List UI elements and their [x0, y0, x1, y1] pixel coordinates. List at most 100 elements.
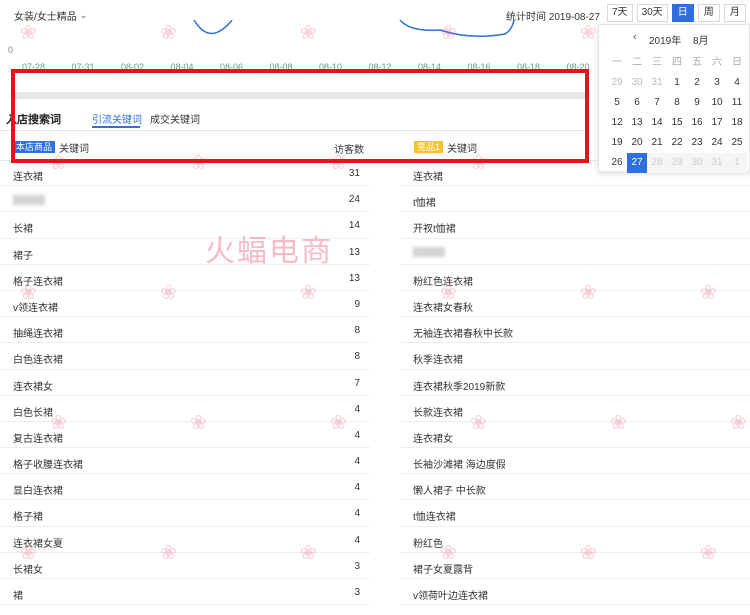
calendar-day[interactable]: 8 [667, 93, 687, 113]
calendar-day[interactable]: 13 [627, 113, 647, 133]
table-row[interactable]: 格子裙 4 [0, 500, 370, 527]
period-button[interactable]: 月 [723, 4, 746, 22]
keyword-cell: 裙子 [13, 250, 33, 262]
weekday-label: 五 [692, 57, 702, 68]
calendar-day[interactable]: 24 [707, 133, 727, 153]
table-row[interactable]: 显白连衣裙 4 [0, 474, 370, 501]
calendar-day[interactable]: 17 [707, 113, 727, 133]
calendar-day[interactable]: 30 [627, 73, 647, 93]
calendar-day[interactable]: 15 [667, 113, 687, 133]
table-row[interactable]: 开衩t恤裙 [400, 212, 750, 239]
period-button[interactable]: 30天 [636, 4, 668, 22]
calendar-day[interactable]: 16 [687, 113, 707, 133]
calendar-day[interactable]: 18 [727, 113, 747, 133]
table-row[interactable]: 连衣裙秋季2019新款 [400, 370, 750, 396]
calendar-day[interactable]: 31 [707, 153, 727, 173]
calendar-day[interactable]: 7 [647, 93, 667, 113]
weekday-label: 六 [712, 57, 722, 68]
table-row[interactable]: 连衣裙 31 [0, 160, 370, 187]
table-row[interactable]: t恤连衣裙 [400, 500, 750, 527]
table-row[interactable]: 裙3 [0, 579, 370, 606]
period-button[interactable]: 7天 [607, 4, 633, 22]
visitors-cell: 4 [354, 534, 360, 546]
table-row[interactable]: 连衣裙女夏 4 [0, 527, 370, 553]
calendar-day[interactable]: 14 [647, 113, 667, 133]
table-row[interactable]: 裙子女夏露背 [400, 553, 750, 579]
calendar-day[interactable]: 9 [687, 93, 707, 113]
calendar-day[interactable]: 29 [667, 153, 687, 173]
series-line-left [193, 20, 233, 35]
calendar-day[interactable]: 29 [607, 73, 627, 93]
table-row[interactable]: 白色长裙 4 [0, 396, 370, 422]
table-row[interactable]: t恤裙 [400, 186, 750, 213]
table-row[interactable]: 粉红色 [400, 527, 750, 553]
table-row[interactable]: 长款连衣裙 [400, 396, 750, 422]
table-row[interactable]: 秋季连衣裙 [400, 343, 750, 370]
table-row[interactable]: 复古连衣裙 4 [0, 422, 370, 449]
calendar-day[interactable]: 25 [727, 133, 747, 153]
table-row[interactable]: 连衣裙女春秋 [400, 291, 750, 318]
visitors-cell: 8 [354, 351, 360, 363]
keyword-cell: 秋季连衣裙 [413, 355, 463, 367]
period-button[interactable]: 周 [697, 4, 720, 22]
table-row[interactable]: v领连衣裙 9 [0, 291, 370, 318]
calendar-day[interactable]: 5 [607, 93, 627, 113]
keyword-cell: 长裙女 [13, 564, 43, 576]
keyword-cell: 长款连衣裙 [413, 407, 463, 419]
keyword-cell: 连衣裙女 [413, 433, 453, 445]
table-row[interactable]: 连衣裙女 [400, 422, 750, 449]
calendar-day[interactable]: 27 [627, 153, 647, 173]
table-row[interactable]: 无袖连衣裙春秋中长款 [400, 317, 750, 344]
calendar-day[interactable]: 21 [647, 133, 667, 153]
table-row[interactable]: 懒人裙子 中长款 [400, 474, 750, 501]
calendar-day[interactable]: 19 [607, 133, 627, 153]
visitors-cell: 3 [354, 587, 360, 598]
x-tick-label: 08-02 [121, 62, 145, 72]
table-row[interactable]: 粉红色连衣裙 [400, 265, 750, 291]
table-row[interactable]: 连衣裙女 7 [0, 370, 370, 396]
table-row[interactable]: 24 [0, 186, 370, 213]
calendar-day[interactable]: 10 [707, 93, 727, 113]
period-button[interactable]: 日 [671, 4, 694, 22]
keyword-cell: 粉红色连衣裙 [413, 276, 473, 288]
calendar-day[interactable]: 30 [687, 153, 707, 173]
chart-scrollbar[interactable] [10, 92, 590, 99]
table-row[interactable]: 格子连衣裙 13 [0, 265, 370, 291]
weekday-label: 三 [652, 57, 662, 68]
x-tick-label: 08-16 [467, 62, 491, 72]
calendar-day[interactable]: 12 [607, 113, 627, 133]
calendar-day[interactable]: 20 [627, 133, 647, 153]
calendar-day[interactable]: 28 [647, 153, 667, 173]
table-row[interactable]: 长裙 14 [0, 212, 370, 239]
tab-traffic-keywords[interactable]: 引流关键词 [92, 111, 142, 126]
calendar-month[interactable]: 8月 [693, 32, 709, 47]
table-row[interactable] [400, 239, 750, 265]
visitors-cell: 4 [354, 429, 360, 441]
calendar-day[interactable]: 3 [707, 73, 727, 93]
calendar-day[interactable]: 1 [727, 153, 747, 173]
table-row[interactable]: 白色连衣裙 8 [0, 343, 370, 370]
keyword-cell [413, 246, 445, 258]
table-row[interactable]: 长裙女 3 [0, 553, 370, 579]
calendar-day[interactable]: 4 [727, 73, 747, 93]
table-row[interactable]: 抽绳连衣裙 8 [0, 317, 370, 344]
calendar-day[interactable]: 1 [667, 73, 687, 93]
calendar-day[interactable]: 26 [607, 153, 627, 173]
calendar-day[interactable]: 11 [727, 93, 747, 113]
calendar-day[interactable]: 2 [687, 73, 707, 93]
series-line-right [399, 20, 515, 37]
tab-deal-keywords[interactable]: 成交关键词 [150, 111, 200, 126]
calendar-day[interactable]: 22 [667, 133, 687, 153]
calendar-day[interactable]: 31 [647, 73, 667, 93]
table-row[interactable]: 格子收腰连衣裙 4 [0, 448, 370, 475]
table-row[interactable]: v领荷叶边连衣裙 [400, 579, 750, 606]
calendar-day[interactable]: 6 [627, 93, 647, 113]
calendar-day[interactable]: 23 [687, 133, 707, 153]
right-table-header: 竞品1 关键词 [414, 138, 477, 156]
visitors-cell: 4 [354, 403, 360, 415]
chevron-left-icon[interactable]: ‹ [633, 31, 637, 43]
table-row[interactable]: 裙子 13 [0, 239, 370, 265]
table-row[interactable]: 长袖沙滩裙 海边度假 [400, 448, 750, 475]
visitors-column-head[interactable]: 访客数 [334, 141, 364, 156]
calendar-year[interactable]: 2019年 [649, 32, 681, 47]
